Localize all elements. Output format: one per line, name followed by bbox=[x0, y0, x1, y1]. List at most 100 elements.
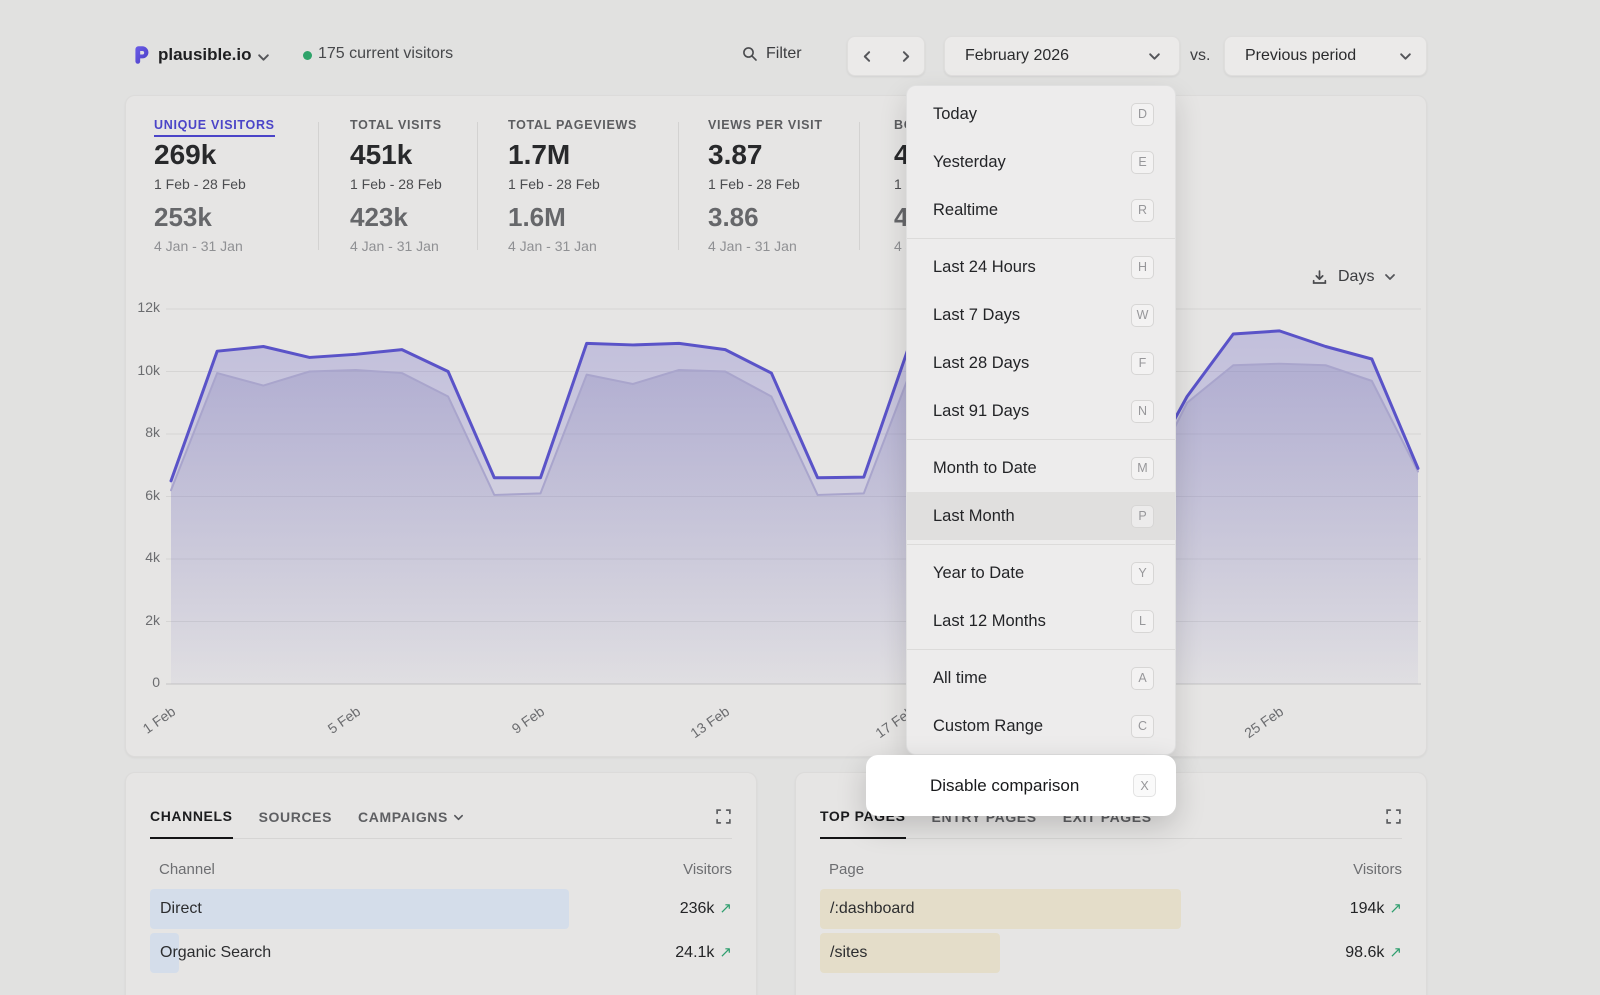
menu-divider bbox=[907, 649, 1175, 650]
menu-item-custom-range[interactable]: Custom RangeC bbox=[907, 702, 1175, 750]
menu-divider bbox=[907, 544, 1175, 545]
tab-label: CHANNELS bbox=[150, 808, 233, 824]
tab-label: SOURCES bbox=[259, 809, 332, 825]
expand-icon[interactable] bbox=[1385, 808, 1402, 830]
filter-button[interactable]: Filter bbox=[742, 45, 802, 63]
row-value-text: 98.6k bbox=[1345, 933, 1384, 973]
menu-item-last-7-days[interactable]: Last 7 DaysW bbox=[907, 291, 1175, 339]
shortcut-key-badge: Y bbox=[1131, 562, 1154, 585]
menu-item-last-28-days[interactable]: Last 28 DaysF bbox=[907, 339, 1175, 387]
table-row-sites[interactable]: /sites98.6k↗ bbox=[820, 933, 1402, 973]
column-header-visitors: Visitors bbox=[1353, 861, 1402, 878]
stat-period: 1 Feb - 28 Feb bbox=[708, 176, 800, 192]
row-bar bbox=[150, 889, 569, 929]
channels-rows: Direct236k↗Organic Search 24.1k↗ bbox=[150, 889, 732, 977]
row-value: 24.1k↗ bbox=[675, 933, 732, 973]
dashboard-panel: UNIQUE VISITORS269k1 Feb - 28 Feb253k4 J… bbox=[125, 95, 1427, 757]
tab-campaigns[interactable]: CAMPAIGNS bbox=[358, 809, 464, 838]
menu-item-last-91-days[interactable]: Last 91 Days N bbox=[907, 387, 1175, 435]
site-name[interactable]: plausible.io bbox=[158, 45, 252, 65]
shortcut-key-badge: R bbox=[1131, 199, 1154, 222]
stat-label: UNIQUE VISITORS bbox=[154, 118, 275, 137]
chevron-down-icon bbox=[453, 812, 464, 823]
menu-item-last-24-hours[interactable]: Last 24 Hours H bbox=[907, 243, 1175, 291]
stat-value: 269k bbox=[154, 139, 216, 171]
chart-series bbox=[171, 331, 1418, 684]
row-name: Organic Search bbox=[160, 933, 271, 973]
pages-rows: /:dashboard 194k↗/sites98.6k↗ bbox=[820, 889, 1402, 977]
plausible-logo-icon bbox=[130, 44, 152, 66]
menu-item-label: Last 24 Hours bbox=[933, 258, 1036, 277]
menu-item-label: Last 7 Days bbox=[933, 306, 1020, 325]
column-header-channel: Channel bbox=[150, 861, 215, 878]
menu-divider bbox=[907, 238, 1175, 239]
date-range-select[interactable]: February 2026 bbox=[944, 36, 1180, 76]
shortcut-key-badge: P bbox=[1131, 505, 1154, 528]
channels-tabs: CHANNELS SOURCES CAMPAIGNS bbox=[150, 808, 732, 839]
stat-divider bbox=[859, 122, 860, 250]
menu-item-year-to-date[interactable]: Year to DateY bbox=[907, 549, 1175, 597]
shortcut-key-badge: N bbox=[1131, 400, 1154, 423]
filter-label: Filter bbox=[766, 45, 802, 63]
menu-item-last-month[interactable]: Last Month P bbox=[907, 492, 1175, 540]
column-header-visitors: Visitors bbox=[683, 861, 732, 878]
current-visitors-label[interactable]: 175 current visitors bbox=[318, 45, 453, 63]
stat-previous-period: 4 Jan - 31 Jan bbox=[154, 238, 243, 254]
table-row-dashboard[interactable]: /:dashboard 194k↗ bbox=[820, 889, 1402, 929]
trend-up-icon: ↗ bbox=[719, 889, 732, 929]
visitors-line-chart[interactable] bbox=[126, 276, 1428, 758]
chevron-right-icon bbox=[899, 50, 912, 63]
stat-period: 1 Feb - 28 Feb bbox=[508, 176, 600, 192]
stat-label: TOTAL VISITS bbox=[350, 118, 442, 132]
shortcut-key-badge: A bbox=[1131, 667, 1154, 690]
table-row-organic-search[interactable]: Organic Search 24.1k↗ bbox=[150, 933, 732, 973]
y-axis-label: 10k bbox=[126, 362, 160, 378]
tab-channels[interactable]: CHANNELS bbox=[150, 808, 233, 839]
menu-item-label: Last Month bbox=[933, 507, 1015, 526]
chevron-down-icon[interactable] bbox=[257, 51, 270, 64]
table-row-direct[interactable]: Direct236k↗ bbox=[150, 889, 732, 929]
menu-item-disable-comparison[interactable]: Disable comparison X bbox=[866, 762, 1176, 810]
shortcut-key-badge: H bbox=[1131, 256, 1154, 279]
menu-item-label: Last 91 Days bbox=[933, 402, 1029, 421]
stat-previous-value: 3.86 bbox=[708, 202, 759, 233]
stat-period: 1 Feb - 28 Feb bbox=[154, 176, 246, 192]
live-visitors-dot bbox=[303, 51, 312, 60]
expand-icon[interactable] bbox=[715, 808, 732, 830]
row-value-text: 194k bbox=[1350, 889, 1385, 929]
y-axis-label: 12k bbox=[126, 299, 160, 315]
date-range-menu: TodayDYesterdayERealtimeRLast 24 HoursHL… bbox=[906, 85, 1176, 755]
shortcut-key-badge: F bbox=[1131, 352, 1154, 375]
date-range-value: February 2026 bbox=[965, 47, 1069, 65]
menu-item-label: Disable comparison bbox=[930, 776, 1079, 796]
menu-item-label: Yesterday bbox=[933, 153, 1006, 172]
row-name: /:dashboard bbox=[830, 889, 915, 929]
shortcut-key-badge: L bbox=[1131, 610, 1154, 633]
chevron-down-icon bbox=[1148, 50, 1161, 63]
comparison-select[interactable]: Previous period bbox=[1224, 36, 1427, 76]
y-axis-label: 6k bbox=[126, 487, 160, 503]
stat-previous-period: 4 Jan - 31 Jan bbox=[708, 238, 797, 254]
y-axis-label: 8k bbox=[126, 424, 160, 440]
shortcut-key-badge: E bbox=[1131, 151, 1154, 174]
menu-item-yesterday[interactable]: Yesterday E bbox=[907, 138, 1175, 186]
tab-sources[interactable]: SOURCES bbox=[259, 809, 332, 838]
menu-item-all-time[interactable]: All timeA bbox=[907, 654, 1175, 702]
next-period-arrow-button[interactable] bbox=[886, 50, 924, 63]
stat-previous-period: 4 Jan - 31 Jan bbox=[350, 238, 439, 254]
menu-item-last-12-months[interactable]: Last 12 MonthsL bbox=[907, 597, 1175, 645]
menu-item-month-to-date[interactable]: Month to DateM bbox=[907, 444, 1175, 492]
chevron-down-icon bbox=[1399, 50, 1412, 63]
trend-up-icon: ↗ bbox=[1389, 889, 1402, 929]
menu-item-today[interactable]: TodayD bbox=[907, 90, 1175, 138]
comparison-menu: Disable comparison X bbox=[866, 755, 1176, 816]
stat-divider bbox=[318, 122, 319, 250]
stat-value: 1.7M bbox=[508, 139, 570, 171]
trend-up-icon: ↗ bbox=[719, 933, 732, 973]
menu-item-label: Custom Range bbox=[933, 717, 1043, 736]
menu-item-label: Today bbox=[933, 105, 977, 124]
y-axis-label: 4k bbox=[126, 549, 160, 565]
menu-item-realtime[interactable]: RealtimeR bbox=[907, 186, 1175, 234]
previous-period-arrow-button[interactable] bbox=[848, 50, 886, 63]
menu-divider bbox=[907, 439, 1175, 440]
